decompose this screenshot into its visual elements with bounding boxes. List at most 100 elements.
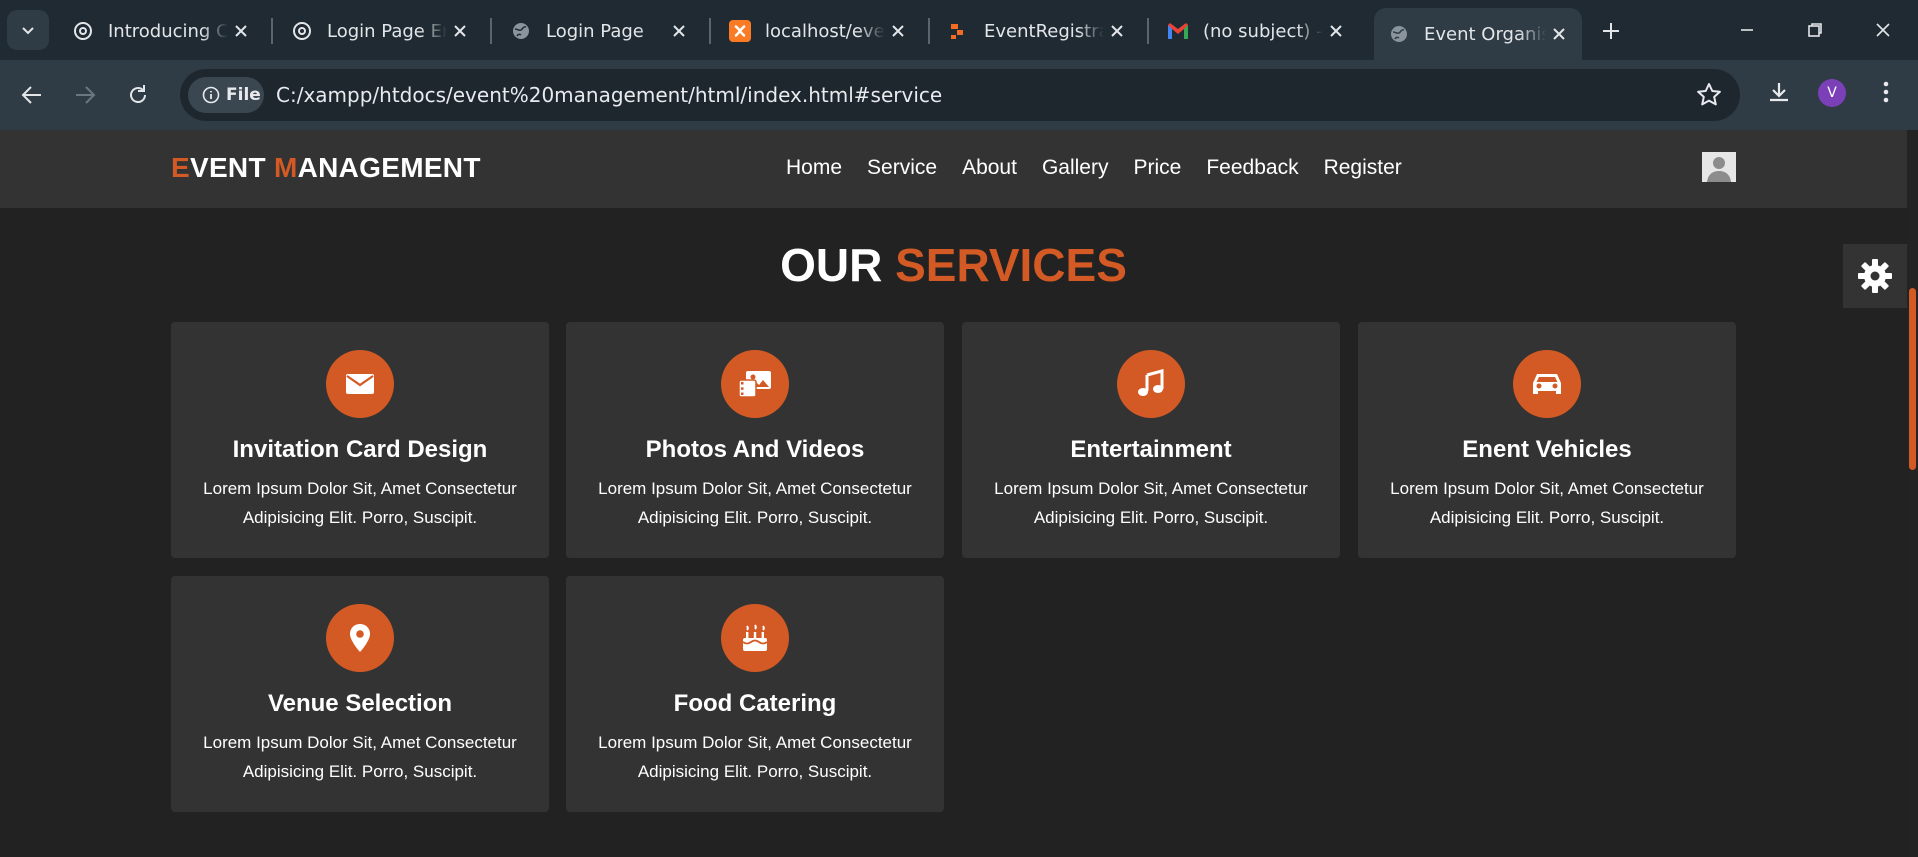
restore-icon	[1808, 23, 1822, 37]
page-scrollbar[interactable]	[1907, 130, 1918, 857]
service-card-invitation: Invitation Card Design Lorem Ipsum Dolor…	[171, 322, 549, 558]
service-card-description: Lorem Ipsum Dolor Sit, Amet Consectetur …	[598, 733, 912, 781]
chevron-down-icon	[22, 27, 34, 35]
forward-button[interactable]	[65, 75, 105, 115]
nav-price[interactable]: Price	[1133, 156, 1181, 180]
browser-tab[interactable]: Login Page Embed	[277, 8, 483, 54]
car-icon	[1513, 350, 1581, 418]
browser-tab[interactable]: EventRegistration	[934, 8, 1140, 54]
close-tab-icon[interactable]	[1104, 18, 1130, 44]
arrow-right-icon	[76, 86, 96, 104]
globe-icon	[1388, 23, 1410, 45]
music-icon	[1117, 350, 1185, 418]
bookmark-star-icon[interactable]	[1696, 82, 1722, 108]
nav-service[interactable]: Service	[867, 156, 937, 180]
service-card-catering: Food Catering Lorem Ipsum Dolor Sit, Ame…	[566, 576, 944, 812]
xampp-icon	[729, 20, 751, 42]
close-tab-icon[interactable]	[885, 18, 911, 44]
service-card-description: Lorem Ipsum Dolor Sit, Amet Consectetur …	[598, 479, 912, 527]
services-heading-accent: SERVICES	[895, 239, 1127, 291]
logo-initial: E	[171, 152, 190, 183]
service-card-venue: Venue Selection Lorem Ipsum Dolor Sit, A…	[171, 576, 549, 812]
close-tab-icon[interactable]	[228, 18, 254, 44]
browser-toolbar: File C:/xampp/htdocs/event%20management/…	[0, 60, 1918, 130]
gmail-icon	[1167, 20, 1189, 42]
scrollbar-thumb[interactable]	[1909, 288, 1916, 470]
close-window-button[interactable]	[1858, 12, 1908, 48]
service-card-description: Lorem Ipsum Dolor Sit, Amet Consectetur …	[1390, 479, 1704, 527]
tab-separator	[1147, 18, 1149, 44]
browser-tab[interactable]: (no subject) -	[1153, 8, 1359, 54]
arrow-left-icon	[21, 86, 41, 104]
services-heading: OUR SERVICES	[0, 238, 1907, 292]
back-button[interactable]	[12, 75, 52, 115]
phpmyadmin-icon	[948, 20, 970, 42]
openai-icon	[291, 20, 313, 42]
tab-title: Event Organiser	[1424, 23, 1546, 45]
browser-tab[interactable]: Login Page	[496, 8, 702, 54]
tab-title: Introducing ChatGPT	[108, 20, 228, 42]
site-header: EVENT MANAGEMENT Home Service About Gall…	[0, 130, 1907, 208]
gear-icon	[1858, 259, 1892, 293]
tab-title: EventRegistration	[984, 20, 1104, 42]
downloads-button[interactable]	[1762, 75, 1796, 109]
minimize-icon	[1741, 29, 1753, 31]
service-card-description: Lorem Ipsum Dolor Sit, Amet Consectetur …	[994, 479, 1308, 527]
site-info-chip[interactable]: File	[188, 77, 264, 113]
photo-video-icon	[721, 350, 789, 418]
plus-icon	[1603, 23, 1619, 39]
close-tab-icon[interactable]	[1323, 18, 1349, 44]
logo-initial: M	[273, 152, 298, 183]
browser-tab-strip: Introducing ChatGPT Login Page Embed Log…	[0, 0, 1918, 60]
browser-tab-active[interactable]: Event Organiser	[1374, 8, 1582, 60]
services-heading-white: OUR	[780, 239, 896, 291]
close-tab-icon[interactable]	[1546, 21, 1572, 47]
close-tab-icon[interactable]	[447, 18, 473, 44]
address-bar[interactable]: File C:/xampp/htdocs/event%20management/…	[180, 69, 1740, 121]
service-card-vehicles: Enent Vehicles Lorem Ipsum Dolor Sit, Am…	[1358, 322, 1736, 558]
logo-text: VENT	[189, 152, 274, 183]
browser-tab[interactable]: Introducing ChatGPT	[58, 8, 264, 54]
nav-register[interactable]: Register	[1324, 156, 1402, 180]
globe-icon	[510, 20, 532, 42]
main-nav: Home Service About Gallery Price Feedbac…	[786, 156, 1427, 180]
nav-home[interactable]: Home	[786, 156, 842, 180]
nav-feedback[interactable]: Feedback	[1206, 156, 1298, 180]
close-icon	[1876, 23, 1890, 37]
tab-separator	[271, 18, 273, 44]
birthday-cake-icon	[721, 604, 789, 672]
service-card-title: Food Catering	[673, 690, 837, 717]
site-logo[interactable]: EVENT MANAGEMENT	[171, 152, 481, 184]
nav-about[interactable]: About	[962, 156, 1017, 180]
tab-title: Login Page	[546, 20, 644, 42]
tab-title: localhost/event	[765, 20, 885, 42]
restore-window-button[interactable]	[1790, 12, 1840, 48]
reload-icon	[130, 85, 146, 103]
browser-menu-button[interactable]	[1872, 75, 1900, 109]
map-marker-icon	[326, 604, 394, 672]
minimize-window-button[interactable]	[1722, 12, 1772, 48]
reload-button[interactable]	[118, 75, 158, 115]
user-avatar-icon	[1702, 152, 1736, 182]
service-card-title: Invitation Card Design	[232, 436, 488, 463]
site-info-label: File	[226, 85, 261, 105]
service-card-title: Enent Vehicles	[1462, 436, 1632, 463]
browser-tab[interactable]: localhost/event	[715, 8, 921, 54]
profile-avatar[interactable]: V	[1818, 79, 1846, 107]
openai-icon	[72, 20, 94, 42]
kebab-menu-icon	[1883, 81, 1889, 103]
service-card-description: Lorem Ipsum Dolor Sit, Amet Consectetur …	[203, 733, 517, 781]
tab-search-button[interactable]	[7, 10, 49, 50]
user-profile-picture[interactable]	[1702, 152, 1736, 182]
nav-gallery[interactable]: Gallery	[1042, 156, 1109, 180]
new-tab-button[interactable]	[1595, 15, 1627, 47]
logo-text: ANAGEMENT	[297, 152, 481, 183]
service-card-title: Entertainment	[1070, 436, 1232, 463]
tab-title: Login Page Embed	[327, 20, 447, 42]
theme-settings-toggle[interactable]	[1843, 244, 1907, 308]
envelope-icon	[326, 350, 394, 418]
url-text[interactable]: C:/xampp/htdocs/event%20management/html/…	[276, 83, 942, 107]
service-card-title: Venue Selection	[267, 690, 453, 717]
service-card-entertainment: Entertainment Lorem Ipsum Dolor Sit, Ame…	[962, 322, 1340, 558]
close-tab-icon[interactable]	[666, 18, 692, 44]
